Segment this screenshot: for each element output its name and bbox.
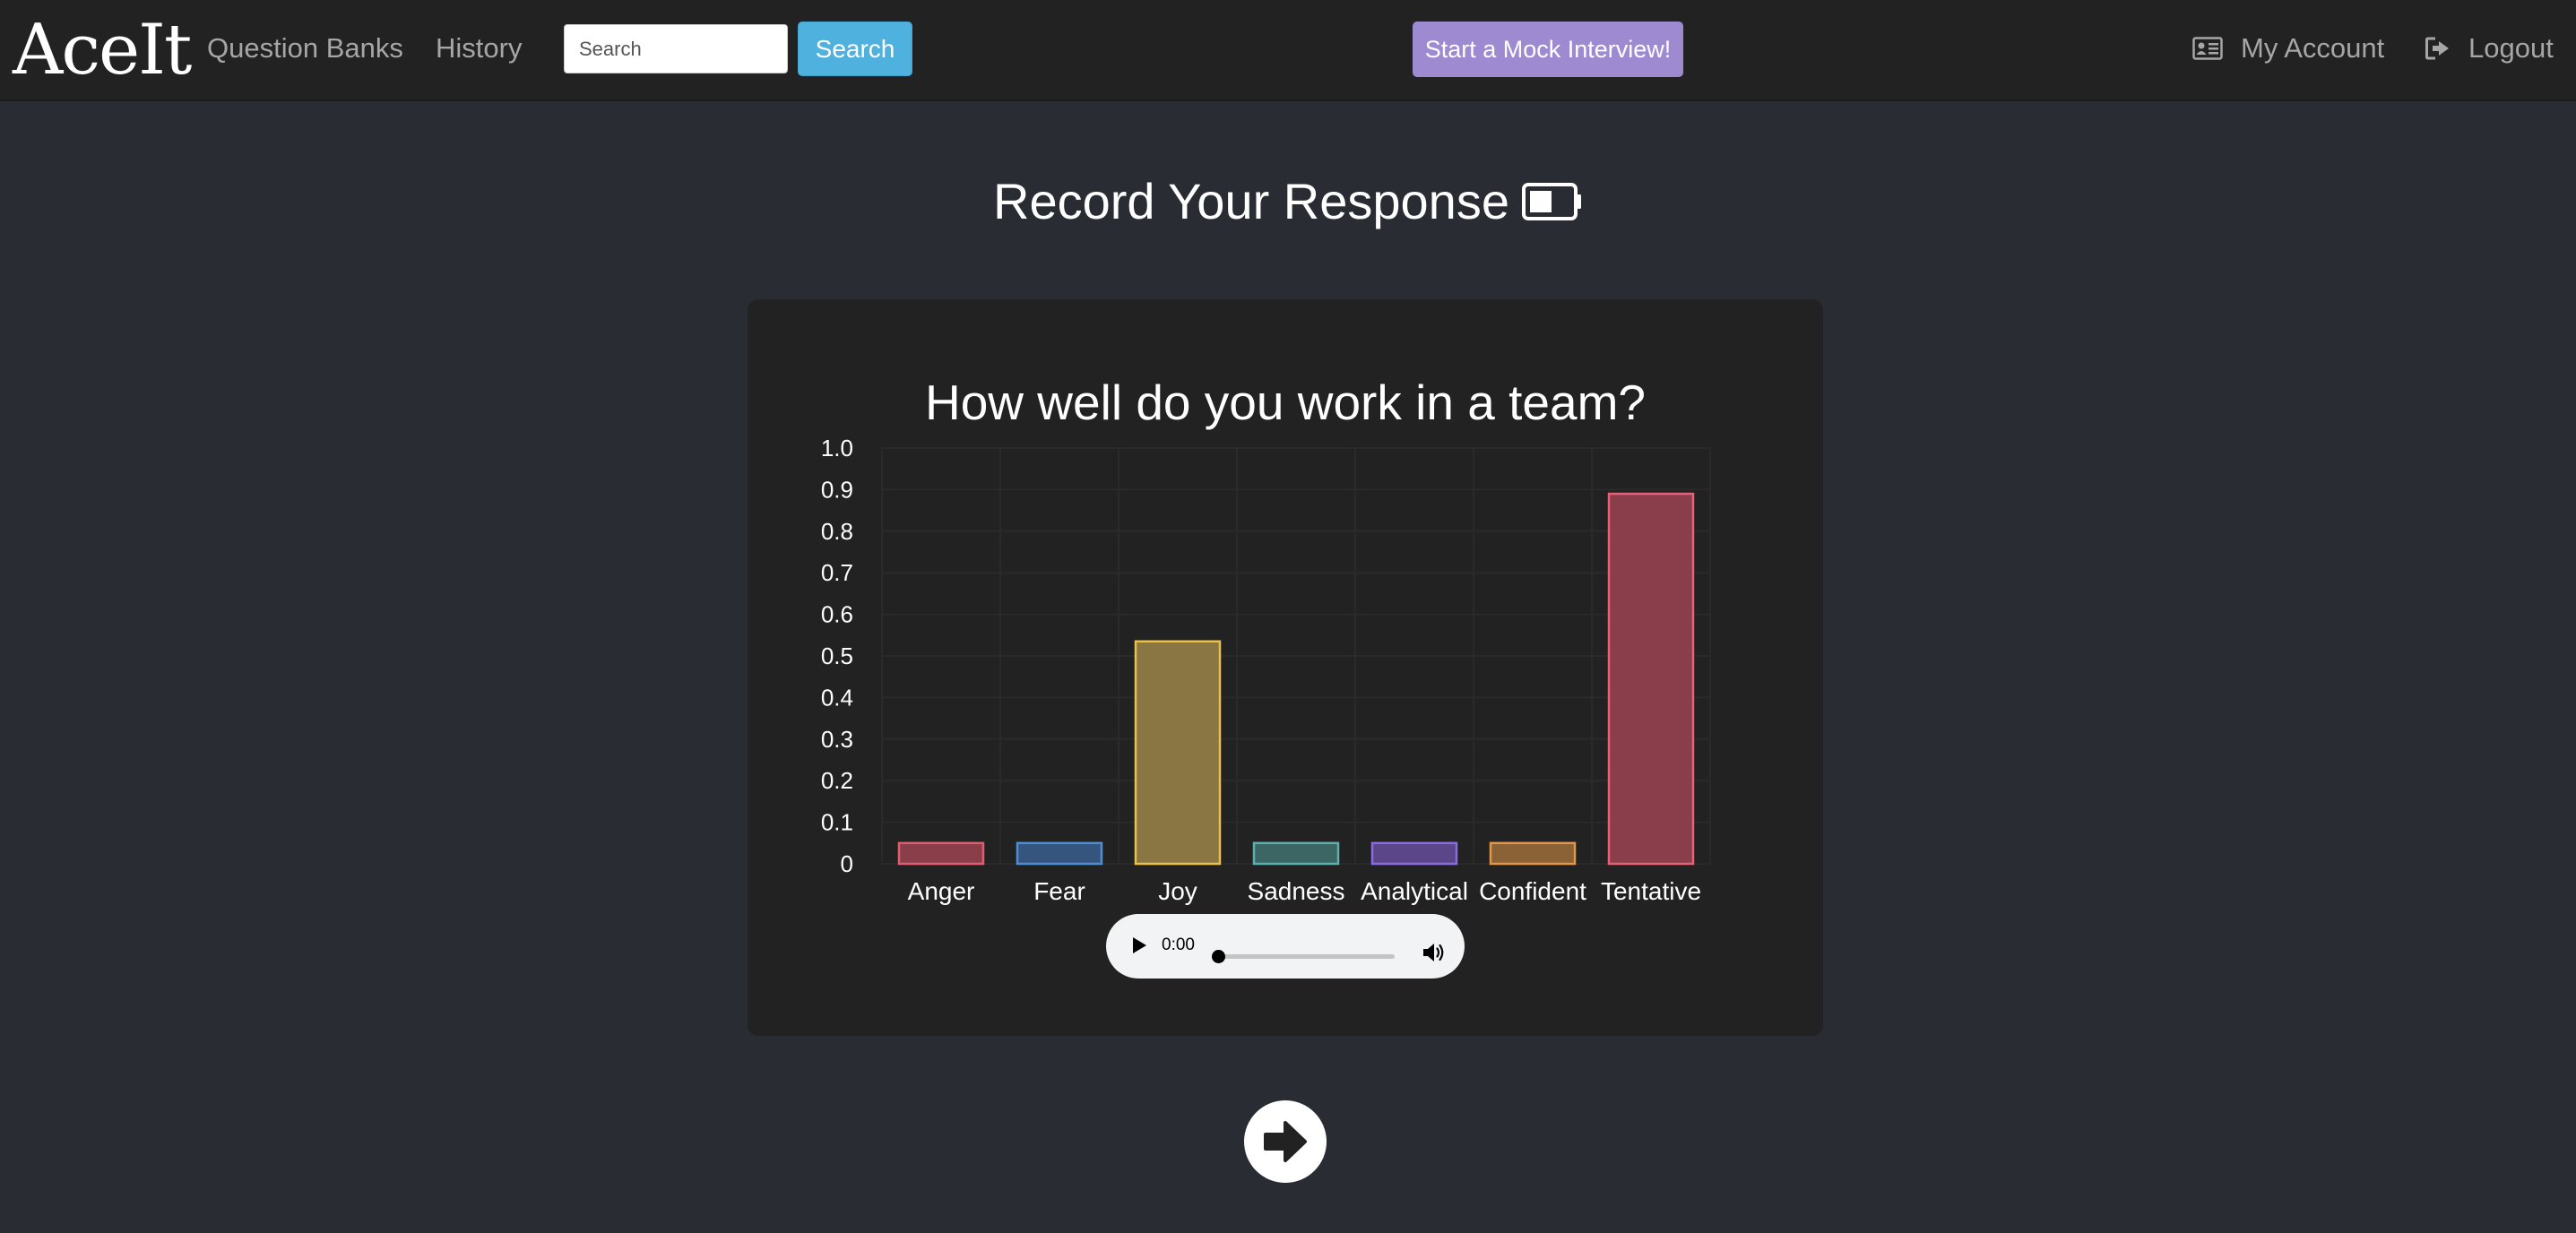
brand-logo[interactable]: AceIt <box>13 7 192 93</box>
x-tick-label: Joy <box>1158 877 1197 905</box>
start-mock-interview-button[interactable]: Start a Mock Interview! <box>1413 22 1683 77</box>
y-tick-label: 0.8 <box>821 518 853 545</box>
bar-fear <box>1016 841 1103 866</box>
response-card: How well do you work in a team? 0 0.1 0.2 0… <box>748 299 1823 1036</box>
nav-my-account[interactable]: My Account <box>2192 30 2384 66</box>
y-tick-label: 0.4 <box>821 684 853 711</box>
volume-icon[interactable] <box>1422 942 1447 963</box>
page-title: Record Your Response <box>0 170 2576 233</box>
x-tick-label: Anger <box>908 877 975 905</box>
nav-question-banks[interactable]: Question Banks <box>207 30 403 66</box>
x-tick-label: Tentative <box>1601 877 1701 905</box>
bar-tentative <box>1607 492 1695 866</box>
y-tick-label: 0.1 <box>821 809 853 836</box>
navbar: AceIt Question Banks History Search Star… <box>0 0 2576 101</box>
search-input[interactable] <box>564 24 788 73</box>
next-button[interactable] <box>1244 1100 1327 1183</box>
page-title-text: Record Your Response <box>993 173 1509 229</box>
bar-sadness <box>1252 841 1340 866</box>
id-card-icon <box>2192 37 2223 60</box>
y-tick-label: 0.2 <box>821 767 853 794</box>
emotion-bar-chart: 0 0.1 0.2 0.3 0.4 0.5 0.6 0.7 0.8 0.9 1.0 Anger Fear… <box>821 435 1711 905</box>
arrow-right-icon <box>1264 1121 1307 1162</box>
bar-joy <box>1134 640 1222 866</box>
y-tick-label: 0.6 <box>821 601 853 628</box>
y-tick-label: 0.5 <box>821 642 853 669</box>
y-tick-label: 0.3 <box>821 726 853 753</box>
x-tick-label: Analytical <box>1361 877 1468 905</box>
nav-logout[interactable]: Logout <box>2425 30 2554 66</box>
audio-seek-thumb[interactable] <box>1212 950 1225 963</box>
nav-my-account-label: My Account <box>2241 32 2385 64</box>
y-tick-label: 0.7 <box>821 559 853 586</box>
y-tick-label: 0 <box>841 850 853 877</box>
audio-time: 0:00 <box>1162 936 1195 954</box>
bar-confident <box>1489 841 1577 866</box>
bar-anger <box>897 841 985 866</box>
x-tick-label: Fear <box>1033 877 1085 905</box>
y-tick-label: 1.0 <box>821 435 853 461</box>
sign-out-icon <box>2425 37 2451 60</box>
audio-seek-bar[interactable] <box>1212 950 1395 963</box>
nav-history[interactable]: History <box>436 30 522 66</box>
x-tick-label: Sadness <box>1248 877 1345 905</box>
bar-analytical <box>1370 841 1458 866</box>
x-tick-label: Confident <box>1479 877 1586 905</box>
nav-logout-label: Logout <box>2468 32 2554 64</box>
battery-icon <box>1521 183 1583 221</box>
audio-player: 0:00 <box>1106 914 1465 979</box>
y-tick-label: 0.9 <box>821 476 853 503</box>
search-button[interactable]: Search <box>798 22 912 76</box>
play-icon[interactable] <box>1133 937 1146 953</box>
